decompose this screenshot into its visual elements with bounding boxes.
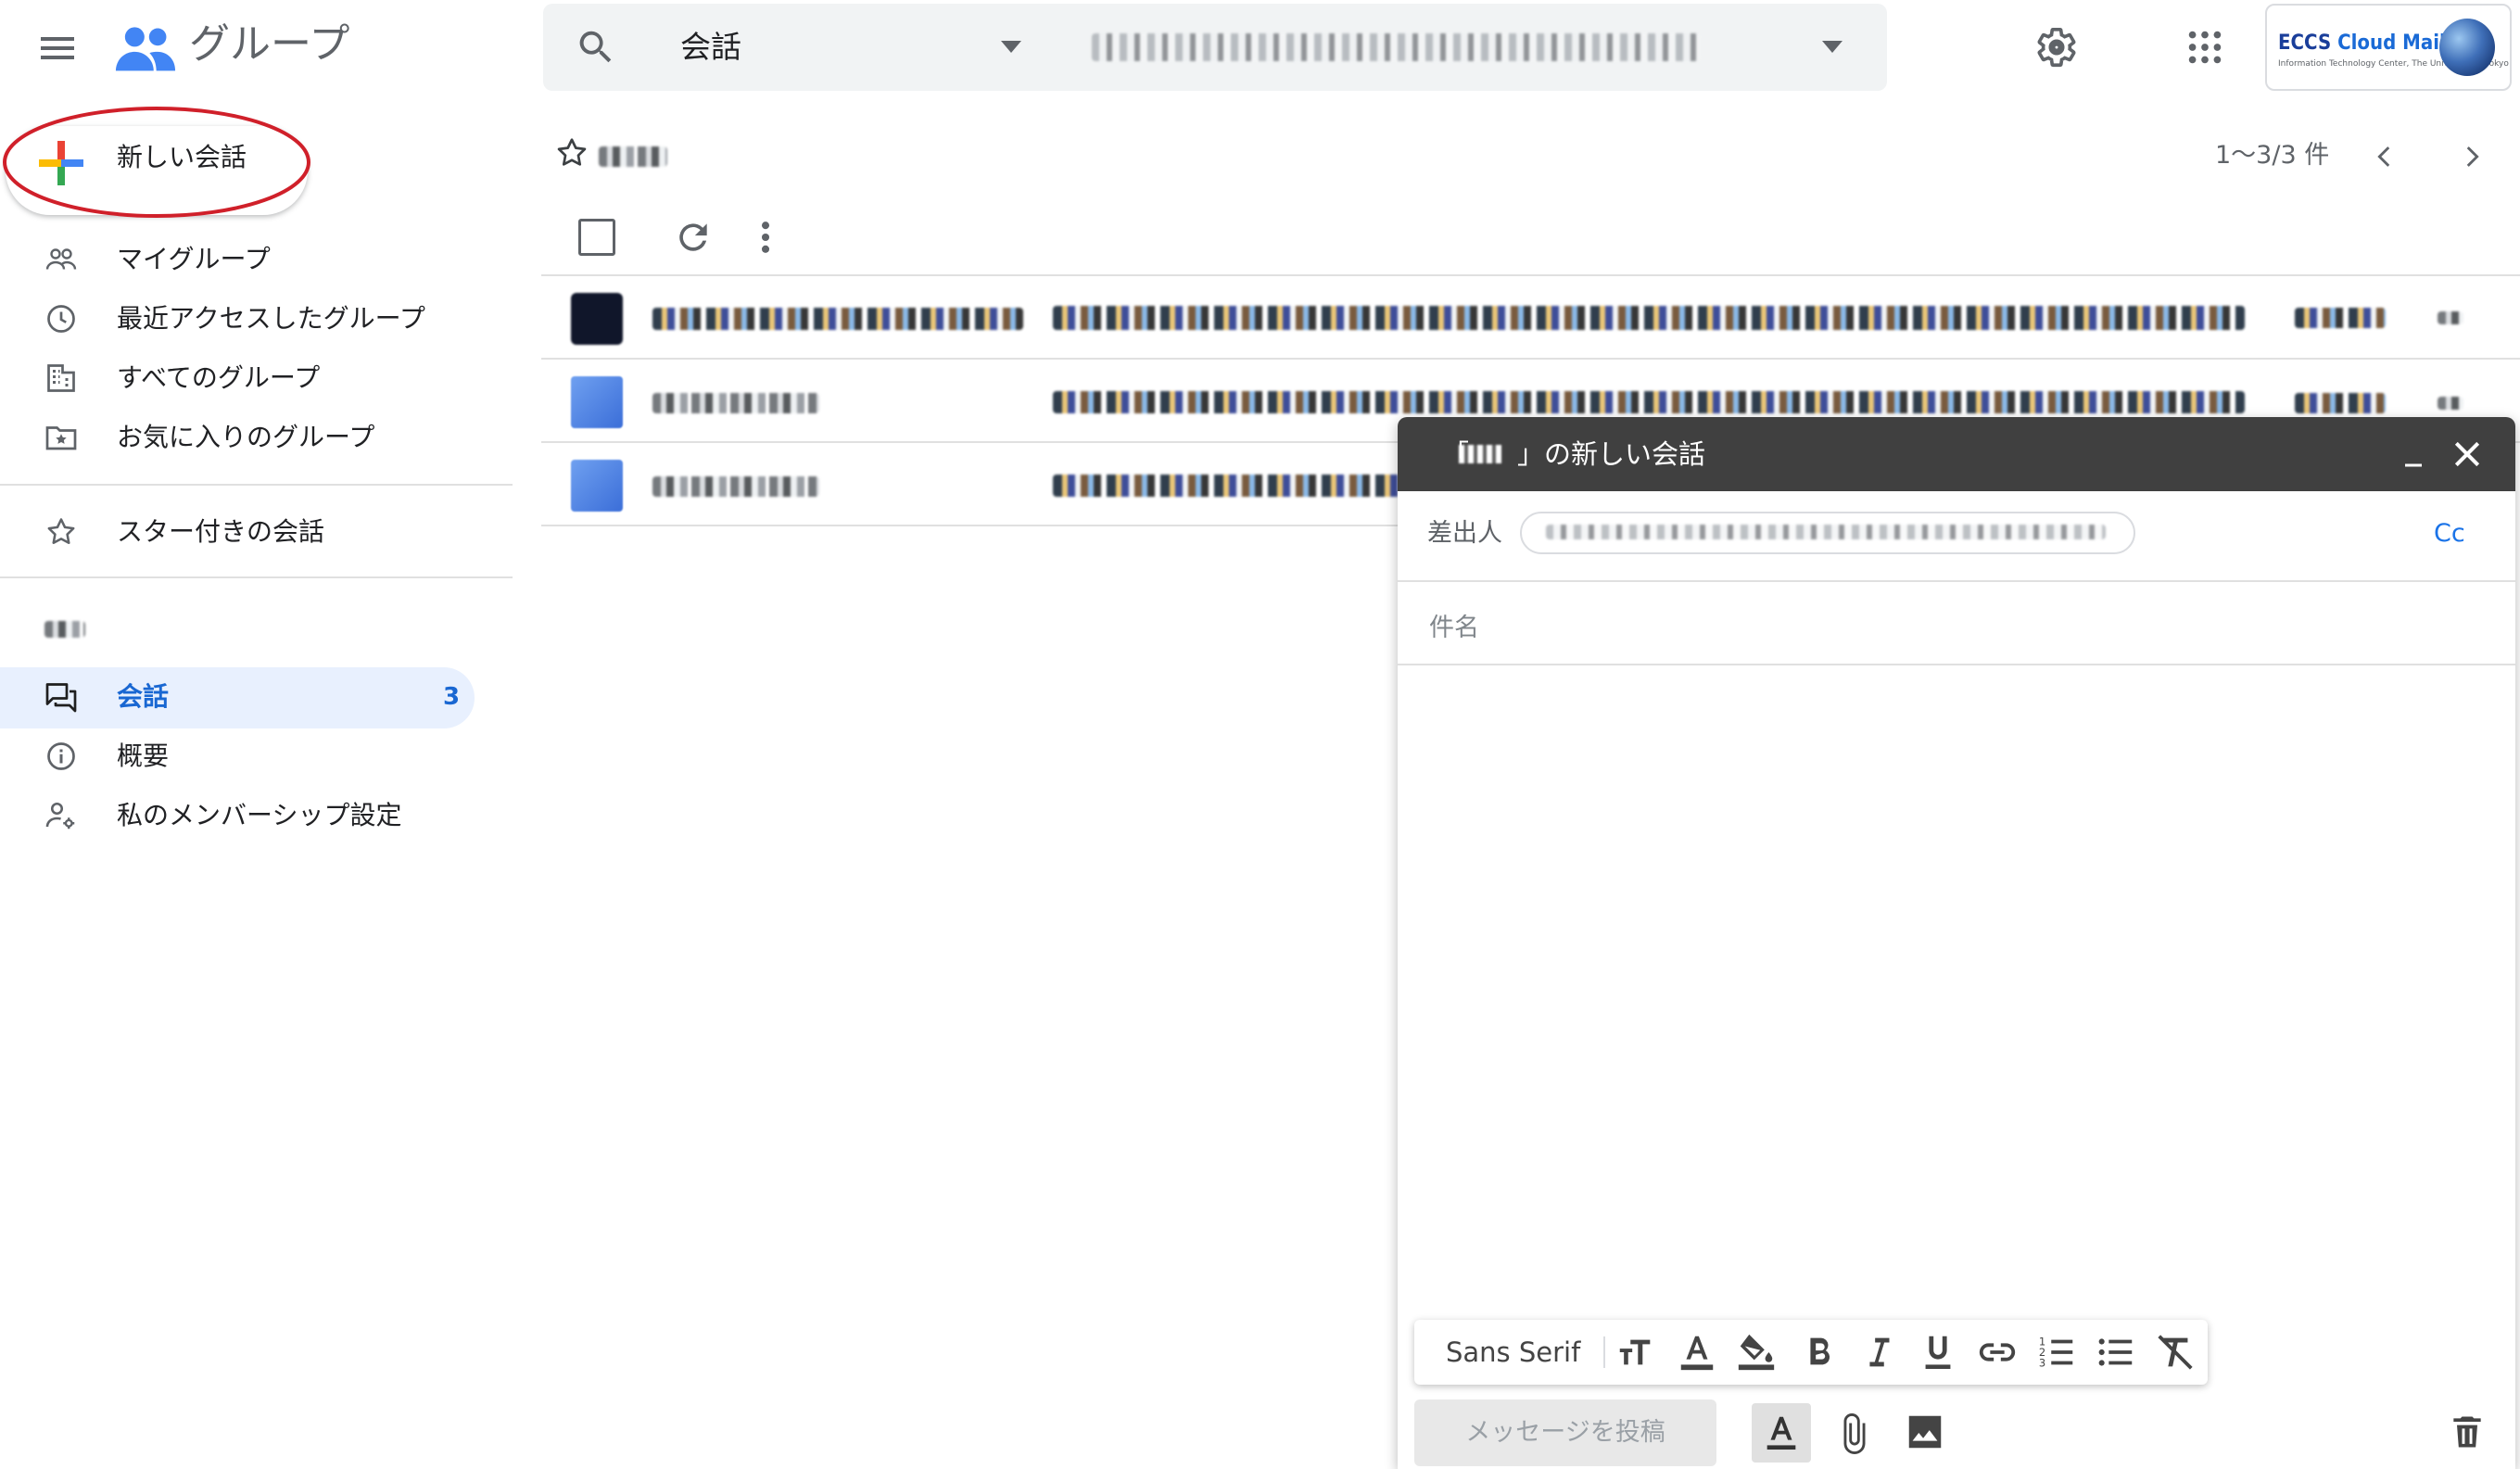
- building-icon: [44, 361, 78, 395]
- sidebar-item-label: 会話: [117, 681, 170, 712]
- conversation-meta-redacted: [2438, 397, 2463, 410]
- starred-folder-icon: [44, 421, 78, 454]
- from-address-redacted: [1546, 525, 2106, 539]
- star-outline-icon: [44, 515, 78, 549]
- chevron-left-icon[interactable]: [2369, 141, 2400, 172]
- sidebar-divider: [0, 576, 513, 578]
- settings-gear-icon[interactable]: [2035, 26, 2078, 69]
- app-title: グループ: [189, 20, 350, 68]
- italic-icon[interactable]: [1857, 1331, 1900, 1374]
- formatting-options-toggle[interactable]: [1752, 1403, 1811, 1463]
- bulleted-list-icon[interactable]: [2095, 1331, 2137, 1374]
- attach-file-icon[interactable]: [1833, 1411, 1876, 1457]
- search-icon[interactable]: [575, 26, 617, 69]
- org-logo-text: ECCS Cloud Mail: [2278, 32, 2446, 55]
- avatar: [571, 293, 623, 345]
- sidebar-item-label: マイグループ: [117, 244, 271, 274]
- sidebar-item-label: お気に入りのグループ: [117, 422, 375, 452]
- text-color-icon[interactable]: [1676, 1331, 1718, 1374]
- list-divider: [541, 525, 1398, 526]
- discard-draft-trash-icon[interactable]: [2447, 1411, 2488, 1453]
- avatar: [571, 460, 623, 512]
- sidebar-item-label: 概要: [117, 741, 170, 771]
- people-outline-icon: [44, 243, 78, 276]
- toolbar-separator: [1603, 1336, 1605, 1368]
- conversation-meta-redacted: [2438, 311, 2463, 324]
- chevron-right-icon[interactable]: [2456, 141, 2488, 172]
- sidebar-item-starred-conversations[interactable]: スター付きの会話: [0, 504, 482, 560]
- sidebar-item-all-groups[interactable]: すべてのグループ: [0, 350, 482, 406]
- avatar: [571, 376, 623, 428]
- sidebar-item-membership-settings[interactable]: 私のメンバーシップ設定: [0, 788, 482, 843]
- refresh-icon[interactable]: [673, 217, 714, 258]
- numbered-list-icon[interactable]: 123: [2035, 1331, 2078, 1374]
- close-icon[interactable]: [2449, 436, 2486, 473]
- sidebar-item-label: スター付きの会話: [117, 516, 325, 547]
- cc-link[interactable]: Cc: [2434, 515, 2465, 552]
- conversation-date-redacted: [2295, 393, 2386, 413]
- more-vert-icon[interactable]: [749, 217, 782, 258]
- search-options-caret-icon[interactable]: [1822, 41, 1843, 54]
- sidebar-divider: [0, 484, 513, 486]
- sidebar-item-label: すべてのグループ: [117, 362, 321, 393]
- font-family-select[interactable]: Sans Serif: [1446, 1333, 1580, 1372]
- compose-divider: [1398, 580, 2515, 582]
- minimize-icon[interactable]: [2397, 437, 2430, 471]
- caret-down-icon[interactable]: [1001, 41, 1021, 54]
- red-annotation-circle: [3, 107, 310, 218]
- conversation-snippet-redacted: [1053, 475, 1405, 497]
- account-avatar[interactable]: [2439, 19, 2495, 76]
- forum-icon: [44, 680, 78, 714]
- clear-formatting-icon[interactable]: [2154, 1331, 2197, 1374]
- text-size-icon[interactable]: [1615, 1331, 1657, 1374]
- search-query-redacted[interactable]: [1092, 33, 1700, 61]
- compose-group-name-redacted: [1459, 445, 1501, 463]
- message-body-editor[interactable]: [1427, 677, 2484, 1307]
- search-scope-select[interactable]: 会話: [680, 26, 741, 69]
- conversation-count-badge: 3: [443, 683, 461, 711]
- sidebar-item-label: 私のメンバーシップ設定: [117, 800, 402, 830]
- select-all-checkbox[interactable]: [578, 219, 615, 256]
- group-name-redacted: [599, 146, 667, 167]
- person-settings-icon: [44, 799, 78, 832]
- conversation-date-redacted: [2295, 308, 2386, 328]
- conversation-author-redacted: [652, 476, 819, 497]
- main-menu-button[interactable]: [35, 26, 80, 70]
- bold-icon[interactable]: [1798, 1331, 1841, 1374]
- sidebar-item-favorite-groups[interactable]: お気に入りのグループ: [0, 410, 482, 465]
- conversation-author-redacted: [652, 308, 1023, 330]
- from-label: 差出人: [1427, 519, 1502, 548]
- clock-icon: [44, 302, 78, 336]
- apps-grid-icon[interactable]: [2184, 26, 2226, 69]
- sidebar-item-about[interactable]: 概要: [0, 728, 482, 784]
- pagination-range: 1〜3/3 件: [2215, 141, 2330, 170]
- sidebar-item-recent-groups[interactable]: 最近アクセスしたグループ: [0, 291, 482, 347]
- conversation-snippet-redacted: [1053, 306, 2245, 330]
- info-icon: [44, 740, 78, 773]
- highlight-color-icon[interactable]: [1735, 1331, 1778, 1374]
- link-icon[interactable]: [1976, 1331, 2019, 1374]
- post-message-label: メッセージを投稿: [1465, 1418, 1665, 1447]
- insert-image-icon[interactable]: [1904, 1411, 1946, 1453]
- compose-divider: [1398, 664, 2515, 665]
- favorite-group-star-icon[interactable]: [554, 135, 589, 171]
- sidebar-item-my-groups[interactable]: マイグループ: [0, 232, 482, 287]
- sidebar-item-conversations-row[interactable]: 会話: [0, 669, 482, 725]
- hamburger-menu-icon: [41, 37, 74, 59]
- conversation-snippet-redacted: [1053, 391, 2245, 413]
- sidebar-item-label: 最近アクセスしたグループ: [117, 303, 425, 334]
- conversation-author-redacted: [652, 393, 819, 413]
- svg-text:3: 3: [2039, 1356, 2045, 1369]
- subject-field[interactable]: [1427, 601, 2488, 654]
- group-name-redacted: [44, 621, 85, 638]
- underline-icon[interactable]: [1917, 1331, 1959, 1374]
- groups-logo-icon[interactable]: [113, 17, 178, 82]
